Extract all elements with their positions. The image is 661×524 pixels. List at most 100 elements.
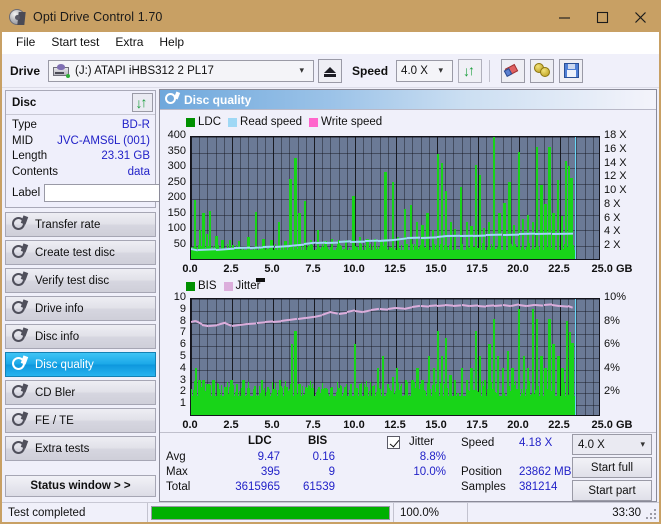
disc-row-length: Length 23.31 GB xyxy=(12,149,150,165)
x-axis-tick: 5.0 xyxy=(264,263,280,275)
x-axis-tick: 17.5 xyxy=(466,419,488,431)
legend-swatch xyxy=(223,281,233,291)
sidebar-item-disc-quality[interactable]: Disc quality xyxy=(5,352,156,377)
disc-test-icon xyxy=(12,243,29,260)
data-spike xyxy=(540,356,543,415)
y2-axis-tick: 4 X xyxy=(604,225,621,238)
y-axis-tick: 6 xyxy=(179,338,186,351)
data-spike xyxy=(409,204,413,259)
plot-area xyxy=(190,136,600,260)
status-window-button[interactable]: Status window > > xyxy=(5,475,156,497)
save-button[interactable] xyxy=(559,58,584,83)
sidebar-item-drive-info[interactable]: Drive info xyxy=(5,296,156,321)
line-series-segment xyxy=(551,303,561,307)
maximize-icon[interactable] xyxy=(583,2,621,32)
progress-percent: 100.0% xyxy=(394,502,468,522)
jitter-avg-value: 8.8% xyxy=(419,451,446,463)
legend-item: Jitter xyxy=(223,280,260,292)
eject-button[interactable] xyxy=(318,58,343,83)
samples-label: Samples xyxy=(461,481,506,493)
speed-select[interactable]: 4.0 X ▾ xyxy=(396,59,454,82)
start-full-button[interactable]: Start full xyxy=(572,457,652,478)
sidebar-item-verify-test-disc[interactable]: Verify test disc xyxy=(5,268,156,293)
sidebar-item-transfer-rate[interactable]: Transfer rate xyxy=(5,212,156,237)
sidebar-item-label: Create test disc xyxy=(35,246,115,259)
data-spike xyxy=(454,379,457,415)
data-spike xyxy=(527,214,530,259)
data-spike xyxy=(513,224,516,259)
stats-row-total-label: Total xyxy=(166,481,191,493)
ldc-total-value: 3615965 xyxy=(235,481,280,493)
data-spike xyxy=(317,229,320,259)
data-spike xyxy=(571,343,574,415)
menu-help[interactable]: Help xyxy=(152,33,193,52)
data-spike xyxy=(373,238,377,259)
sidebar-item-extra-tests[interactable]: Extra tests xyxy=(5,436,156,461)
x-axis-tick: 20.0 xyxy=(507,263,529,275)
data-spike xyxy=(527,367,530,415)
legend-label: LDC xyxy=(198,116,222,128)
x-axis-tick: 7.5 xyxy=(305,263,321,275)
bitsetting-button[interactable] xyxy=(530,58,555,83)
jitter-checkbox[interactable] xyxy=(387,436,400,449)
menu-file[interactable]: File xyxy=(9,33,44,52)
data-spike xyxy=(391,181,395,259)
menu-start-test[interactable]: Start test xyxy=(44,33,108,52)
data-spike xyxy=(290,344,294,415)
data-spike xyxy=(416,367,419,415)
data-spike xyxy=(440,162,444,259)
disc-panel-title: Disc xyxy=(12,96,37,109)
sidebar-item-create-test-disc[interactable]: Create test disc xyxy=(5,240,156,265)
data-spike xyxy=(391,377,395,415)
ldc-chart[interactable]: LDC Read speed Write speed 50 100 150 200 250 30… xyxy=(160,112,656,280)
data-spike xyxy=(449,374,452,415)
progress-bar xyxy=(148,502,394,522)
sidebar-item-cd-bler[interactable]: CD Bler xyxy=(5,380,156,405)
data-spike xyxy=(199,229,202,259)
refresh-button[interactable]: ↓ ↑ xyxy=(458,58,483,83)
x-axis-tick: 2.5 xyxy=(223,263,239,275)
sidebar-item-disc-info[interactable]: Disc info xyxy=(5,324,156,349)
line-series-segment xyxy=(420,236,438,239)
data-spike xyxy=(205,233,208,259)
x-axis-tick: 10.0 xyxy=(343,419,365,431)
data-spike xyxy=(483,379,486,415)
menu-extra[interactable]: Extra xyxy=(108,33,152,52)
data-spike xyxy=(503,203,506,259)
y2-axis-tick: 2% xyxy=(604,385,620,398)
test-speed-select[interactable]: 4.0 X ▾ xyxy=(572,434,652,455)
data-spike xyxy=(285,386,288,415)
data-spike xyxy=(564,161,568,259)
line-series-segment xyxy=(453,304,462,307)
bis-total-value: 61539 xyxy=(303,481,335,493)
data-spike xyxy=(445,338,448,415)
data-spike xyxy=(344,386,347,415)
plot-area xyxy=(190,298,600,416)
disc-info-panel: Disc ↓ ↑ Type BD-R MID JVC-AMS6L (001) L… xyxy=(5,90,215,208)
resize-grip-icon[interactable] xyxy=(645,508,656,519)
data-spike xyxy=(482,228,486,259)
speed-label: Speed xyxy=(352,63,389,78)
sidebar-item-fe-te[interactable]: FE / TE xyxy=(5,408,156,433)
close-icon[interactable] xyxy=(621,2,659,32)
legend-swatch xyxy=(228,117,238,127)
data-spike xyxy=(552,344,555,415)
line-series-segment xyxy=(248,322,257,325)
elapsed-time: 33:30 xyxy=(612,506,641,519)
drive-select[interactable]: (J:) ATAPI iHBS312 2 PL17 ▾ xyxy=(48,59,315,82)
jitter-max-value: 10.0% xyxy=(413,466,446,478)
y-axis-tick: 1 xyxy=(179,397,186,410)
sidebar-item-label: Extra tests xyxy=(35,442,90,455)
bis-jitter-chart[interactable]: BIS Jitter 1 2 3 4 5 6 7 8 9 10 2% 4% 6% 8% 10% 0.0 2.5 5.0… xyxy=(160,278,656,432)
refresh-icon: ↓ ↑ xyxy=(463,61,476,79)
refresh-disc-button[interactable]: ↓ ↑ xyxy=(132,93,153,112)
data-spike xyxy=(358,384,362,415)
y-axis-tick: 7 xyxy=(179,326,186,339)
x-axis-tick: 25.0 GB xyxy=(591,263,633,275)
y-axis-tick: 3 xyxy=(179,373,186,386)
minimize-icon[interactable] xyxy=(545,2,583,32)
erase-button[interactable] xyxy=(501,58,526,83)
start-part-button[interactable]: Start part xyxy=(572,480,652,501)
data-spike xyxy=(487,222,491,259)
x-axis-tick: 12.5 xyxy=(384,419,406,431)
